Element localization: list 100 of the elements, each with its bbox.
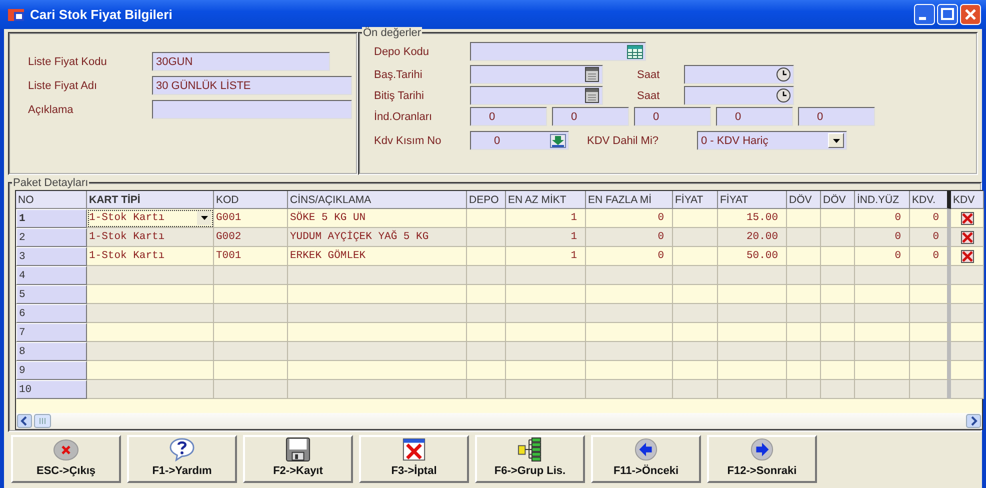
column-header[interactable]: FİYAT xyxy=(718,191,787,209)
text-field[interactable]: 30GUN xyxy=(152,52,330,71)
column-header[interactable]: NO xyxy=(16,191,87,209)
unchecked-box-icon[interactable] xyxy=(960,230,974,244)
table-cell xyxy=(910,380,951,399)
toolbar-button[interactable]: ESC->Çıkış xyxy=(11,435,121,483)
table-cell xyxy=(855,285,910,304)
toolbar-button[interactable]: F12->Sonraki xyxy=(707,435,817,483)
table-cell xyxy=(467,285,506,304)
arrow-down-icon[interactable] xyxy=(550,134,566,148)
calendar-icon[interactable] xyxy=(585,67,599,82)
toolbar-button[interactable]: F2->Kayıt xyxy=(243,435,353,483)
table-cell: 0 xyxy=(855,247,910,266)
field-label: Depo Kodu xyxy=(374,46,430,58)
table-cell xyxy=(673,247,718,266)
app-icon xyxy=(8,6,24,22)
text-field[interactable]: 30 GÜNLÜK LİSTE xyxy=(152,76,352,95)
tree-icon xyxy=(517,437,543,462)
column-header[interactable]: KDV. xyxy=(910,191,951,209)
column-header[interactable]: FİYAT xyxy=(673,191,718,209)
input-field[interactable] xyxy=(470,65,603,84)
table-cell xyxy=(910,323,951,342)
scrollbar-thumb[interactable] xyxy=(34,414,51,428)
input-field[interactable]: 0 xyxy=(798,107,875,126)
table-cell xyxy=(718,323,787,342)
field-label: Baş.Tarihi xyxy=(374,68,424,80)
scroll-left-button[interactable] xyxy=(17,414,32,428)
table-cell: 0 xyxy=(910,209,951,228)
table-cell xyxy=(673,361,718,380)
window-title: Cari Stok Fiyat Bilgileri xyxy=(30,7,174,22)
column-header[interactable]: KART TİPİ xyxy=(87,191,214,209)
dropdown-cell[interactable]: 1-Stok Kartı xyxy=(87,209,214,228)
input-field[interactable] xyxy=(470,42,646,61)
row-number[interactable]: 8 xyxy=(16,342,87,361)
table-cell xyxy=(787,209,821,228)
table-cell xyxy=(718,380,787,399)
field-label: İnd.Oranları xyxy=(374,110,434,122)
field-label: Saat xyxy=(637,68,661,80)
table-cell xyxy=(673,209,718,228)
table-cell xyxy=(821,342,855,361)
column-header[interactable]: DÖV xyxy=(821,191,855,209)
input-field[interactable]: 0 xyxy=(552,107,629,126)
calendar-icon[interactable] xyxy=(585,88,599,103)
row-number[interactable]: 9 xyxy=(16,361,87,380)
clock-icon[interactable] xyxy=(776,88,790,103)
field-label: Bitiş Tarihi xyxy=(374,90,425,102)
column-header[interactable]: İND.YÜZ xyxy=(855,191,910,209)
input-field[interactable] xyxy=(684,65,794,84)
column-header[interactable]: DEPO xyxy=(467,191,506,209)
cancel-window-icon xyxy=(400,437,428,462)
dropdown[interactable]: 0 - KDV Hariç xyxy=(697,131,847,150)
table-cell: SÖKE 5 KG UN xyxy=(288,209,467,228)
column-header[interactable]: CİNS/AÇIKLAMA xyxy=(288,191,467,209)
table-cell xyxy=(787,304,821,323)
table-cell xyxy=(467,228,506,247)
row-number[interactable]: 2 xyxy=(16,228,87,247)
toolbar-button[interactable]: F3->İptal xyxy=(359,435,469,483)
table-cell: 0 xyxy=(855,209,910,228)
input-field[interactable] xyxy=(470,86,603,105)
input-field[interactable]: 0 xyxy=(470,107,547,126)
maximize-button[interactable] xyxy=(937,4,958,25)
unchecked-box-icon[interactable] xyxy=(960,250,974,262)
row-number[interactable]: 3 xyxy=(16,247,87,266)
input-field[interactable]: 0 xyxy=(716,107,793,126)
input-field[interactable] xyxy=(684,86,794,105)
scroll-right-button[interactable] xyxy=(966,414,981,428)
column-header[interactable]: KDV xyxy=(951,191,984,209)
input-field[interactable]: 0 xyxy=(470,131,569,150)
table-cell xyxy=(821,285,855,304)
table-cell xyxy=(673,304,718,323)
table-cell: 0 xyxy=(910,247,951,266)
column-header[interactable]: KOD xyxy=(214,191,288,209)
row-number[interactable]: 7 xyxy=(16,323,87,342)
grid-icon[interactable] xyxy=(627,44,643,58)
unchecked-box-icon[interactable] xyxy=(960,212,974,224)
table-cell: 1 xyxy=(506,228,586,247)
table-cell: 50.00 xyxy=(718,247,787,266)
column-header[interactable]: EN FAZLA Mİ xyxy=(586,191,673,209)
row-number[interactable]: 4 xyxy=(16,266,87,285)
text-field[interactable] xyxy=(152,100,352,119)
column-header[interactable]: DÖV xyxy=(787,191,821,209)
toolbar-button[interactable]: F6->Grup Lis. xyxy=(475,435,585,483)
field-label: Liste Fiyat Kodu xyxy=(28,56,108,68)
toolbar-button[interactable]: F11->Önceki xyxy=(591,435,701,483)
clock-icon[interactable] xyxy=(776,67,790,82)
row-number[interactable]: 6 xyxy=(16,304,87,323)
table-cell: 0 xyxy=(586,228,673,247)
table-cell xyxy=(855,304,910,323)
row-number[interactable]: 5 xyxy=(16,285,87,304)
close-button[interactable] xyxy=(960,4,981,25)
minimize-button[interactable] xyxy=(914,4,935,25)
table-cell xyxy=(821,247,855,266)
row-number[interactable]: 10 xyxy=(16,380,87,399)
column-header[interactable]: EN AZ MİKT xyxy=(506,191,586,209)
row-number[interactable]: 1 xyxy=(16,209,87,228)
table-cell: 20.00 xyxy=(718,228,787,247)
table-cell xyxy=(467,266,506,285)
toolbar-button[interactable]: F1->Yardım xyxy=(127,435,237,483)
table-cell xyxy=(673,323,718,342)
input-field[interactable]: 0 xyxy=(634,107,711,126)
